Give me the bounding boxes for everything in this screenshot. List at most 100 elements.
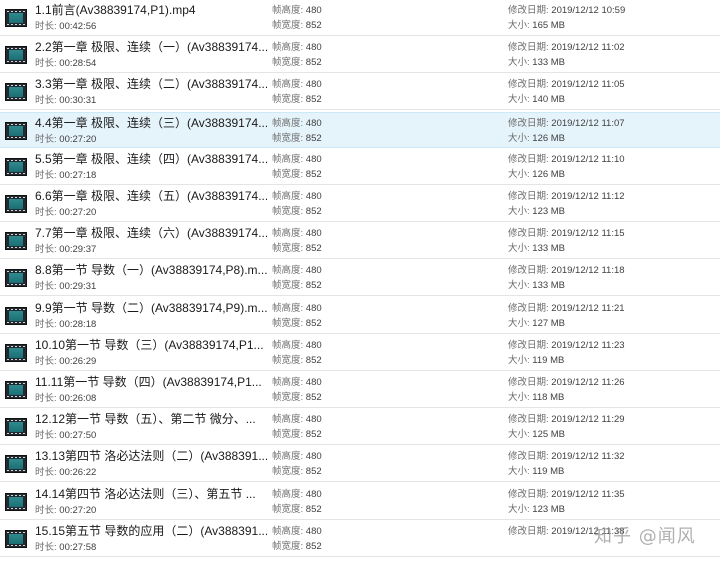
modified-date-label: 修改日期: (508, 525, 552, 537)
frame-height: 帧高度: 480 (272, 526, 322, 538)
frame-height: 帧高度: 480 (272, 489, 322, 501)
file-row[interactable]: 5.5第一章 极限、连续（四）(Av38839174... 时长: 00:27:1… (0, 149, 720, 185)
frame-width: 帧宽度: 852 (272, 94, 322, 106)
video-file-icon (5, 195, 27, 213)
frame-width-label: 帧宽度: (272, 206, 306, 217)
frame-width-value: 852 (305, 429, 322, 441)
modified-date-label: 修改日期: (508, 228, 552, 240)
frame-height: 帧高度: 480 (272, 414, 322, 426)
duration-value: 00:28:18 (59, 318, 97, 330)
frame-width-value: 852 (305, 466, 322, 478)
modified-date-label: 修改日期: (508, 191, 552, 202)
frame-width: 帧宽度: 852 (272, 280, 322, 292)
file-row[interactable]: 7.7第一章 极限、连续（六）(Av38839174... 时长: 00:29:3… (0, 223, 720, 260)
file-row[interactable]: 13.13第四节 洛必达法则（二）(Av388391... 时长: 00:26:2… (0, 446, 720, 483)
frame-width-label: 帧宽度: (272, 94, 306, 106)
frame-width: 帧宽度: 852 (272, 169, 322, 181)
file-name: 11.11第一节 导数（四）(Av38839174,P1... (35, 375, 262, 389)
file-row[interactable]: 3.3第一章 极限、连续（二）(Av38839174... 时长: 00:30:3… (0, 74, 720, 111)
modified-date: 修改日期: 2019/12/12 11:23 (508, 340, 625, 352)
video-file-icon (5, 381, 27, 399)
frame-width-label: 帧宽度: (272, 317, 306, 329)
duration-label: 时长: (35, 207, 60, 218)
frame-height-label: 帧高度: (272, 339, 306, 351)
duration: 时长: 00:26:08 (35, 393, 96, 405)
duration: 时长: 00:28:18 (35, 319, 96, 331)
video-file-icon (5, 343, 27, 362)
frame-width: 帧宽度: 852 (272, 318, 322, 330)
frame-width-label: 帧宽度: (272, 466, 306, 478)
frame-height-value: 480 (305, 79, 322, 91)
duration: 时长: 00:42:56 (35, 21, 96, 33)
duration: 时长: 00:28:54 (35, 58, 96, 70)
file-name: 14.14第四节 洛必达法则（三）、第五节 ... (35, 486, 256, 501)
duration-label: 时长: (35, 541, 60, 553)
frame-height-value: 480 (305, 377, 322, 388)
duration-label: 时长: (35, 467, 60, 479)
modified-date-label: 修改日期: (508, 265, 552, 277)
duration: 时长: 00:26:22 (35, 467, 96, 479)
file-name: 9.9第一节 导数（二）(Av38839174,P9).m... (35, 300, 267, 315)
frame-height-value: 480 (305, 488, 322, 500)
file-size-label: 大小: (508, 503, 533, 515)
frame-width-value: 852 (305, 168, 322, 180)
file-row[interactable]: 8.8第一节 导数（一）(Av38839174,P8).m... 时长: 00:2… (0, 260, 720, 297)
file-name: 5.5第一章 极限、连续（四）(Av38839174... (35, 151, 267, 166)
frame-height-value: 480 (305, 228, 322, 240)
file-row[interactable]: 9.9第一节 导数（二）(Av38839174,P9).m... 时长: 00:2… (0, 298, 720, 334)
file-row[interactable]: 6.6第一章 极限、连续（五）(Av38839174... 时长: 00:27:2… (0, 186, 720, 222)
duration-value: 00:27:50 (59, 430, 97, 442)
file-name: 6.6第一章 极限、连续（五）(Av38839174... (35, 189, 267, 203)
file-size-value: 119 MB (532, 354, 565, 366)
frame-width: 帧宽度: 852 (272, 541, 322, 553)
modified-date-value: 2019/12/12 11:29 (551, 414, 625, 426)
modified-date-label: 修改日期: (508, 339, 552, 351)
frame-height-value: 480 (305, 153, 322, 165)
frame-height: 帧高度: 480 (272, 5, 322, 17)
frame-height-label: 帧高度: (272, 265, 306, 277)
file-size-label: 大小: (508, 392, 533, 403)
duration-label: 时长: (35, 355, 60, 367)
file-row[interactable]: 10.10第一节 导数（三）(Av38839174,P1... 时长: 00:26… (0, 335, 720, 371)
file-name: 3.3第一章 极限、连续（二）(Av38839174... (35, 77, 267, 92)
file-row[interactable]: 11.11第一节 导数（四）(Av38839174,P1... 时长: 00:26… (0, 372, 720, 408)
file-row[interactable]: 12.12第一节 导数（五）、第二节 微分、... 时长: 00:27:50 帧高度… (0, 409, 720, 446)
duration-value: 00:27:58 (59, 541, 97, 553)
video-file-icon (5, 306, 27, 325)
modified-date-label: 修改日期: (508, 377, 552, 388)
file-name: 1.1前言(Av38839174,P1).mp4 (35, 3, 196, 17)
duration-label: 时长: (35, 504, 60, 516)
frame-height-label: 帧高度: (272, 42, 306, 54)
frame-width-value: 852 (305, 540, 322, 552)
frame-width-label: 帧宽度: (272, 429, 306, 441)
modified-date-label: 修改日期: (508, 117, 552, 129)
file-row[interactable]: 14.14第四节 洛必达法则（三）、第五节 ... 时长: 00:27:20 帧高度… (0, 484, 720, 520)
file-size-value: 118 MB (532, 392, 565, 403)
modified-date-value: 2019/12/12 11:26 (551, 377, 625, 388)
file-row[interactable]: 2.2第一章 极限、连续（一）(Av38839174... 时长: 00:28:5… (0, 37, 720, 74)
modified-date-label: 修改日期: (508, 5, 552, 16)
duration: 时长: 00:27:20 (35, 207, 96, 219)
file-size: 大小: 133 MB (508, 280, 565, 292)
video-file-icon (5, 529, 27, 548)
file-size-value: 119 MB (532, 466, 565, 478)
modified-date: 修改日期: 2019/12/12 11:32 (508, 451, 625, 463)
duration: 时长: 00:27:20 (35, 134, 96, 146)
modified-date-label: 修改日期: (508, 414, 552, 426)
file-list: 1.1前言(Av38839174,P1).mp4 时长: 00:42:56 帧高度:… (0, 0, 720, 564)
frame-width-value: 852 (305, 392, 322, 403)
file-size-label: 大小: (508, 466, 533, 478)
frame-height-value: 480 (305, 302, 322, 314)
modified-date: 修改日期: 2019/12/12 11:18 (508, 265, 625, 277)
file-name: 12.12第一节 导数（五）、第二节 微分、... (35, 412, 256, 427)
modified-date-value: 2019/12/12 10:59 (551, 5, 626, 16)
modified-date-value: 2019/12/12 11:32 (551, 451, 625, 463)
duration-value: 00:27:20 (59, 133, 97, 145)
video-file-icon (5, 46, 27, 65)
video-file-icon (5, 455, 27, 474)
frame-width-value: 852 (305, 57, 322, 69)
file-size: 大小: 119 MB (508, 355, 564, 367)
frame-width: 帧宽度: 852 (272, 504, 322, 516)
file-row[interactable]: 4.4第一章 极限、连续（三）(Av38839174... 时长: 00:27:2… (0, 111, 720, 148)
file-row[interactable]: 1.1前言(Av38839174,P1).mp4 时长: 00:42:56 帧高度:… (0, 0, 720, 36)
